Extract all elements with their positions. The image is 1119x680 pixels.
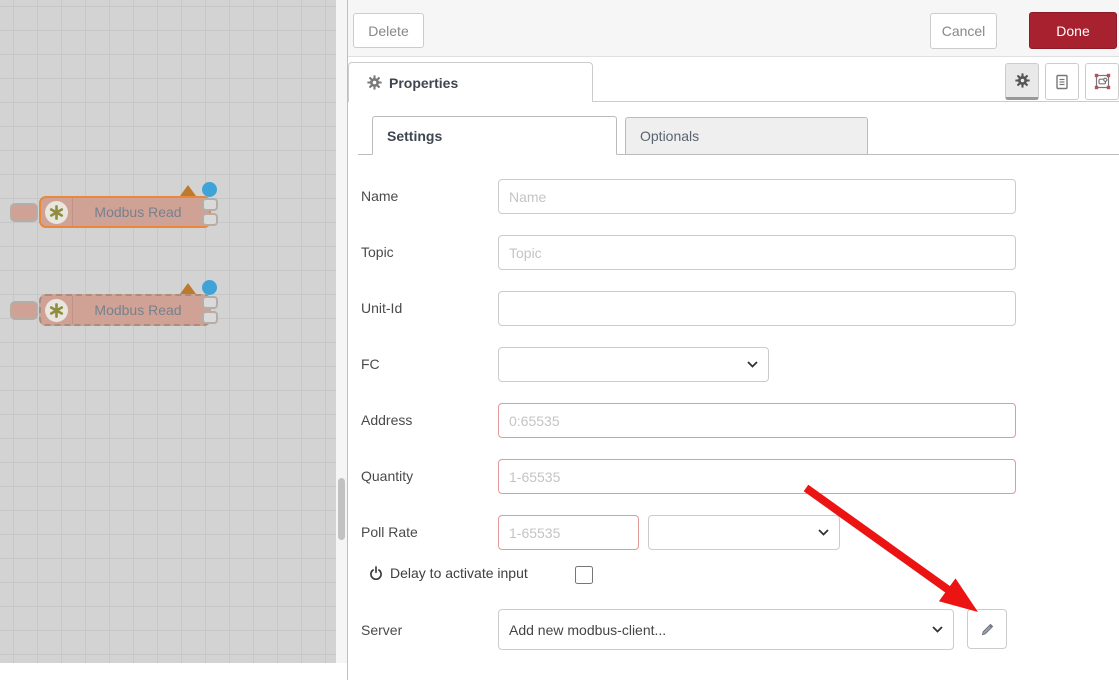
server-select[interactable]: Add new modbus-client... <box>498 609 954 650</box>
node-modified-indicator-icon <box>202 182 217 197</box>
node-icon-box <box>41 296 73 324</box>
name-label: Name <box>361 188 398 204</box>
node-modified-indicator-icon <box>202 280 217 295</box>
fc-label: FC <box>361 356 380 372</box>
settings-tab-label: Settings <box>387 128 442 144</box>
done-button[interactable]: Done <box>1029 12 1117 49</box>
poll-rate-input[interactable] <box>498 515 639 550</box>
node-input-port[interactable] <box>10 203 38 222</box>
chevron-down-icon <box>932 626 943 633</box>
unknown-config-warning-icon <box>180 283 196 294</box>
server-select-value: Add new modbus-client... <box>509 622 666 638</box>
delay-label: Delay to activate input <box>390 565 528 581</box>
editor-tray: Delete Cancel Done <box>347 0 1119 680</box>
canvas-scrollbar[interactable] <box>338 478 345 540</box>
unknown-config-warning-icon <box>180 185 196 196</box>
unit-id-input[interactable] <box>498 291 1016 326</box>
cancel-button[interactable]: Cancel <box>930 13 997 49</box>
quantity-label: Quantity <box>361 468 413 484</box>
canvas-scroll-gutter <box>336 0 347 663</box>
topic-input[interactable] <box>498 235 1016 270</box>
node-output-port[interactable] <box>202 198 218 211</box>
pencil-icon <box>980 622 995 637</box>
modbus-node[interactable]: Modbus Read <box>39 196 211 228</box>
gear-icon <box>367 75 382 90</box>
appearance-group-icon <box>1094 73 1111 90</box>
delete-button[interactable]: Delete <box>353 13 424 48</box>
node-icon-box <box>41 198 73 226</box>
node-label: Modbus Read <box>73 302 209 318</box>
tab-optionals[interactable]: Optionals <box>625 117 868 155</box>
fc-select[interactable] <box>498 347 769 382</box>
topic-label: Topic <box>361 244 394 260</box>
name-input[interactable] <box>498 179 1016 214</box>
tab-properties[interactable]: Properties <box>348 62 593 102</box>
node-input-port[interactable] <box>10 301 38 320</box>
delay-row: Delay to activate input <box>369 565 528 581</box>
flow-canvas[interactable]: Modbus Read Modbus Read <box>0 0 336 663</box>
delay-checkbox[interactable] <box>575 566 593 584</box>
address-input[interactable] <box>498 403 1016 438</box>
gear-icon <box>1015 73 1030 88</box>
poll-rate-label: Poll Rate <box>361 524 418 540</box>
address-label: Address <box>361 412 412 428</box>
poll-rate-unit-select[interactable] <box>648 515 840 550</box>
document-icon <box>1054 74 1070 90</box>
tab-settings[interactable]: Settings <box>372 116 617 155</box>
tray-toolbar: Delete Cancel Done <box>348 0 1119 57</box>
asterisk-node-icon <box>45 299 68 322</box>
node-settings-button[interactable] <box>1005 63 1039 100</box>
unit-id-label: Unit-Id <box>361 300 402 316</box>
modbus-node[interactable]: Modbus Read <box>39 294 211 326</box>
server-label: Server <box>361 622 402 638</box>
node-appearance-button[interactable] <box>1085 63 1119 100</box>
power-icon <box>369 566 383 580</box>
optionals-tab-label: Optionals <box>640 128 699 144</box>
quantity-input[interactable] <box>498 459 1016 494</box>
chevron-down-icon <box>747 361 758 368</box>
edit-server-button[interactable] <box>967 609 1007 649</box>
properties-tab-label: Properties <box>389 75 458 91</box>
node-description-button[interactable] <box>1045 63 1079 100</box>
node-label: Modbus Read <box>73 204 209 220</box>
node-output-port[interactable] <box>202 213 218 226</box>
chevron-down-icon <box>818 529 829 536</box>
node-output-port[interactable] <box>202 311 218 324</box>
asterisk-node-icon <box>45 201 68 224</box>
node-output-port[interactable] <box>202 296 218 309</box>
